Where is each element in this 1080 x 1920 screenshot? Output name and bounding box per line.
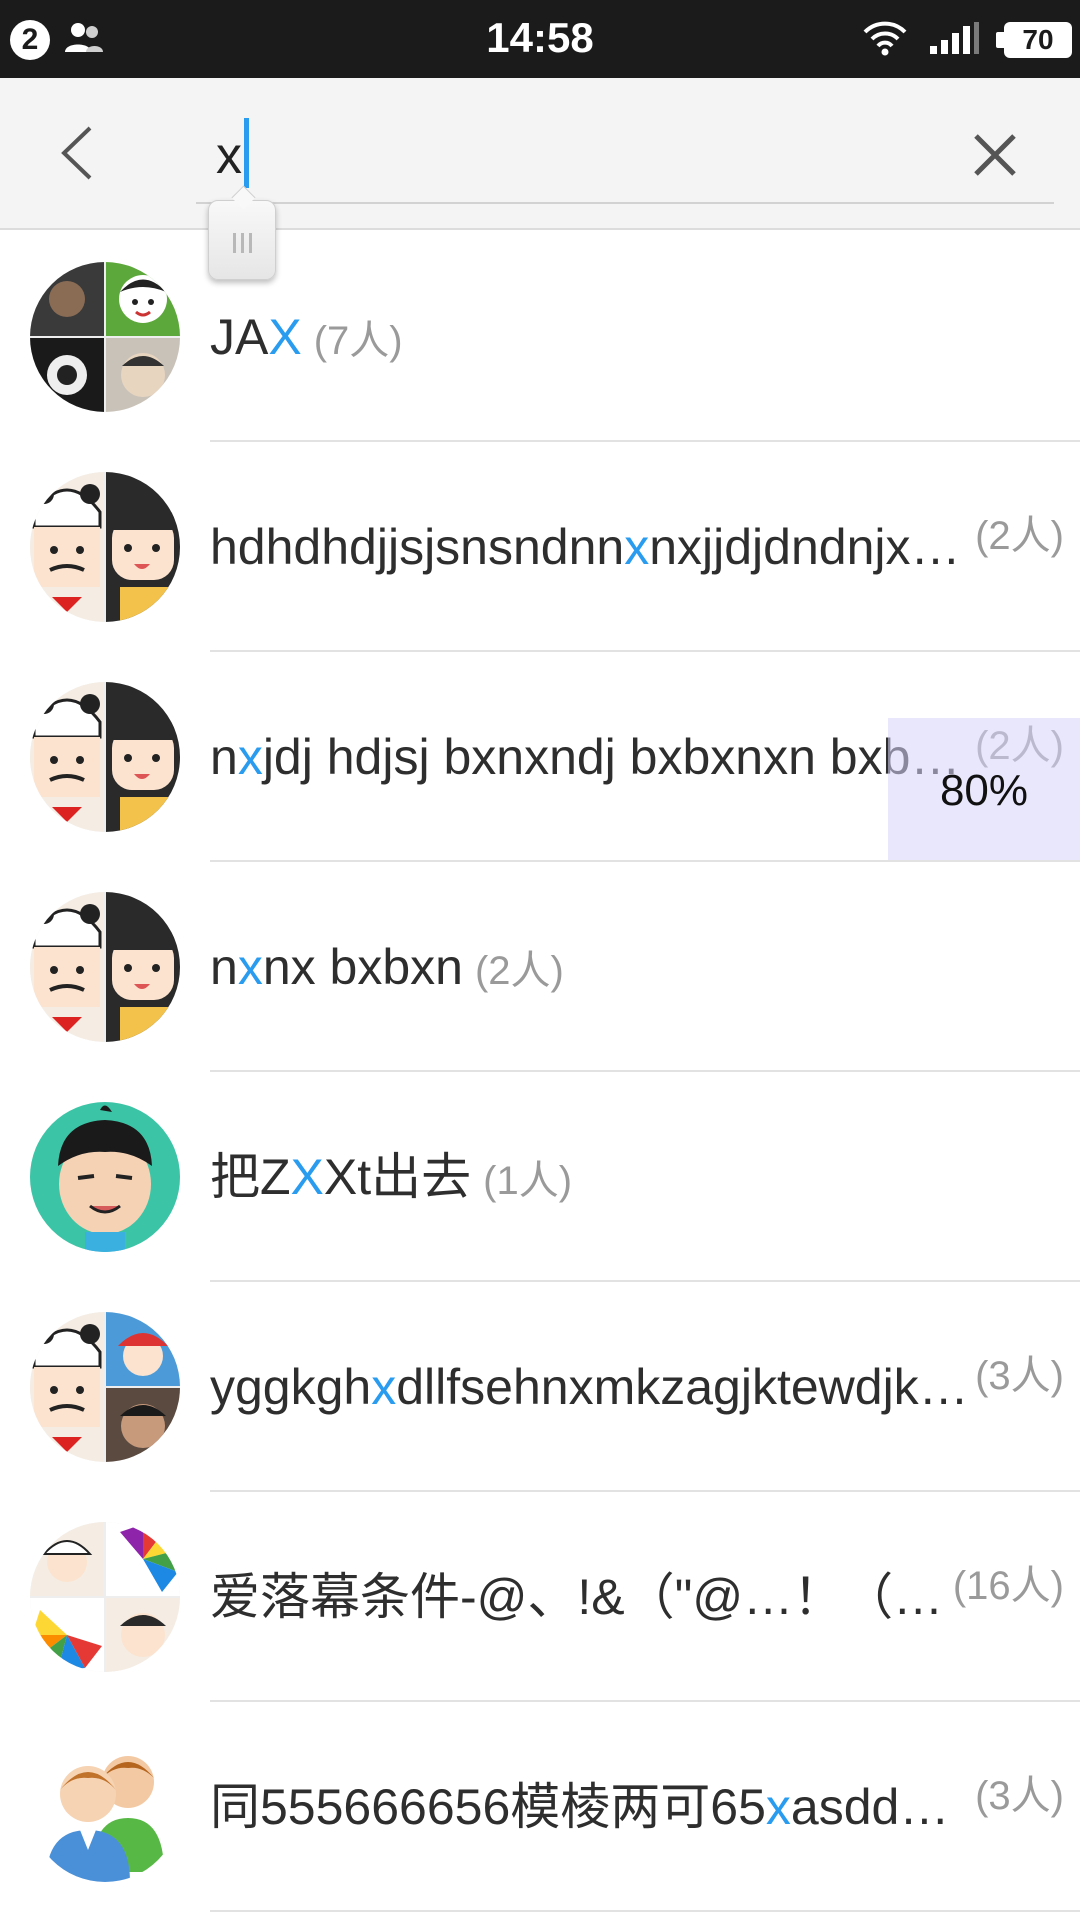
- group-name: 爱落幕条件-@、!&（"@…！（…: [210, 1569, 944, 1625]
- text-selection-handle[interactable]: [208, 200, 276, 280]
- member-count: (3人): [975, 1774, 1064, 1818]
- group-name: nxnx bxbxn (2人): [210, 939, 564, 995]
- status-bar: 2 14:58 70: [0, 0, 1080, 78]
- default-group-icon: [46, 1756, 164, 1882]
- group-avatar: [30, 1522, 180, 1672]
- wifi-icon: [862, 20, 908, 61]
- battery-icon: 70: [996, 22, 1072, 58]
- group-avatar: [30, 892, 180, 1042]
- result-row[interactable]: yggkghxdllfsehnxmkzagjktewdjk… (3人): [0, 1282, 1080, 1492]
- result-row[interactable]: nxnx bxbxn (2人): [0, 862, 1080, 1072]
- search-query: x: [216, 127, 242, 185]
- clear-search-button[interactable]: [962, 122, 1028, 188]
- member-count: (3人): [975, 1354, 1064, 1398]
- result-row[interactable]: 把ZXXt出去 (1人): [0, 1072, 1080, 1282]
- result-row[interactable]: 同555666656模棱两可65xasdd… (3人): [0, 1702, 1080, 1912]
- group-avatar: [30, 472, 180, 622]
- group-name: 把ZXXt出去 (1人): [210, 1149, 573, 1205]
- result-row[interactable]: JAX (7人): [0, 232, 1080, 442]
- group-name: yggkghxdllfsehnxmkzagjktewdjk…: [210, 1359, 969, 1415]
- clock: 14:58: [486, 14, 594, 61]
- progress-indicator: 80%: [888, 718, 1080, 860]
- group-avatar: [30, 682, 180, 832]
- search-results-list: JAX(7人) hdhdhdjjsjsnsndnnxnxjjdjdndnjx…: [0, 232, 1080, 1920]
- member-count: (7人): [313, 319, 403, 363]
- chevron-left-icon: [61, 126, 92, 180]
- search-bar: x: [0, 78, 1080, 230]
- group-name: nxjdj hdjsj bxnxndj bxbxnxn bxb…: [210, 729, 961, 785]
- battery-level: 70: [1022, 24, 1054, 55]
- member-count: (2人): [975, 514, 1064, 558]
- group-avatar: [30, 1312, 180, 1462]
- divider: [210, 1910, 1080, 1912]
- signal-icon: [928, 20, 980, 61]
- result-row[interactable]: hdhdhdjjsjsnsndnnxnxjjdjdndnjx… (2人): [0, 442, 1080, 652]
- member-count: (1人): [483, 1159, 573, 1203]
- member-count: (2人): [474, 949, 564, 993]
- text-caret: [244, 118, 249, 189]
- group-avatar: [30, 1732, 180, 1882]
- close-icon: [974, 134, 1016, 176]
- member-count: (16人): [952, 1564, 1064, 1608]
- group-avatar: [30, 262, 180, 412]
- progress-label: 80%: [939, 766, 1029, 815]
- group-avatar: [30, 1102, 180, 1252]
- back-button[interactable]: [46, 118, 116, 188]
- group-name: 同555666656模棱两可65xasdd…: [210, 1779, 950, 1835]
- group-name: hdhdhdjjsjsnsndnnxnxjjdjdndnjx…: [210, 519, 961, 575]
- search-input[interactable]: x: [196, 108, 1054, 204]
- result-row[interactable]: 爱落幕条件-@、!&（"@…！（… (16人): [0, 1492, 1080, 1702]
